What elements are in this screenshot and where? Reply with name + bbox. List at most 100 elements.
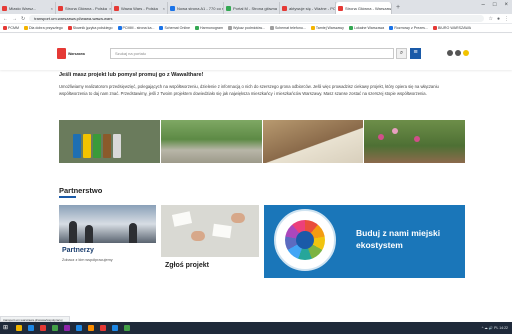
tab-label: Strona Główna - Warszawa <box>345 5 392 11</box>
bookmark-favicon-icon <box>3 26 7 31</box>
os-taskbar: ⊞ ^ ☁ 🔊 PL 14:22 <box>0 322 512 334</box>
minimize-button[interactable]: – <box>482 2 485 8</box>
flower-icon <box>414 136 421 142</box>
taskbar-app-icon[interactable] <box>112 325 118 331</box>
partners-photo <box>59 205 156 243</box>
bookmark-label: Słownik języka polskiego <box>72 25 113 30</box>
submit-project-card[interactable]: Zgłoś projekt <box>161 205 259 269</box>
menu-icon: ≡ <box>413 49 418 56</box>
taskbar-app-icon[interactable] <box>124 325 130 331</box>
recycling-bin-icon <box>113 134 121 158</box>
browser-tab[interactable]: aktywuje się - Ważne - PCMI× <box>280 2 336 14</box>
partners-card-subtitle: Zobacz z kim współpracujemy <box>62 258 113 262</box>
tab-label: Nowa strona A1 - 770 co myśli... <box>177 5 223 11</box>
tab-favicon-icon <box>338 5 343 11</box>
search-button[interactable]: ⌕ <box>396 48 407 59</box>
taskbar-app-icon[interactable] <box>40 325 46 331</box>
warszawa-logo-icon[interactable] <box>57 48 66 59</box>
bookmark-label: BIURO WARSZAWA <box>437 25 472 30</box>
url-field[interactable]: transport.um.warszawa.pl/wawa-wawa-wars <box>29 15 485 22</box>
flower-icon <box>378 134 385 140</box>
bookmark-item[interactable]: PCMM - strona ka... <box>117 26 154 31</box>
new-tab-button[interactable]: + <box>392 2 404 14</box>
partners-card-title[interactable]: Partnerzy <box>62 247 94 254</box>
bookmark-label: PCMM <box>8 25 19 30</box>
windows-start-icon[interactable]: ⊞ <box>3 325 10 332</box>
tab-favicon-icon <box>2 5 7 11</box>
bookmark-item[interactable]: Schemat Online <box>159 26 190 31</box>
bookmark-favicon-icon <box>432 26 437 31</box>
browser-tab[interactable]: Wawa Wars - Polska × <box>112 2 168 14</box>
back-icon[interactable]: ← <box>3 16 8 22</box>
partners-card[interactable]: Partnerzy Zobacz z kim współpracujemy <box>59 205 156 268</box>
person-icon <box>85 225 93 243</box>
taskbar-app-icon[interactable] <box>52 325 58 331</box>
bookmark-item[interactable]: Harmonogram <box>195 25 224 31</box>
bookmark-favicon-icon <box>269 26 274 31</box>
tab-close-icon[interactable]: × <box>51 6 53 11</box>
tab-label: Strona Główna - Polska <box>65 5 108 11</box>
bookmark-item[interactable]: Rozmowy z Prezes... <box>389 26 428 31</box>
accessibility-icon[interactable] <box>447 50 453 56</box>
system-tray[interactable]: ^ ☁ 🔊 PL 14:22 <box>482 326 508 330</box>
taskbar-app-icon[interactable] <box>28 325 34 331</box>
browser-tab[interactable]: Miasto Warsz... × <box>0 2 56 14</box>
bookmarks-bar: PCMM Dla dobra przyszłego Słownik języka p… <box>0 24 512 33</box>
bookmark-label: Harmonogram <box>200 25 224 30</box>
tab-close-icon[interactable]: × <box>163 6 165 11</box>
window-controls: – □ × <box>482 2 508 8</box>
bookmark-item[interactable]: BIURO WARSZAWA <box>432 25 472 31</box>
ecosystem-card-title[interactable]: Buduj z nami miejski ekostystem <box>356 227 456 251</box>
bookmark-favicon-icon <box>195 26 200 31</box>
browser-tab-bar: Miasto Warsz... × Strona Główna - Polska × W… <box>0 0 512 14</box>
taskbar-app-icon[interactable] <box>16 325 22 331</box>
browser-tab[interactable]: Strona Główna - Warszawa× <box>336 2 392 14</box>
bookmark-item[interactable]: Lokalne Warszawa <box>348 26 384 31</box>
tab-favicon-icon <box>170 5 175 11</box>
taskbar-app-icon[interactable] <box>100 325 106 331</box>
header-icons <box>447 50 469 56</box>
bookmark-item[interactable]: Schemat telefonu... <box>269 26 306 31</box>
ecosystem-card[interactable]: Buduj z nami miejski ekostystem <box>264 205 465 278</box>
recycling-bin-icon <box>103 134 111 158</box>
submit-project-card-title[interactable]: Zgłoś projekt <box>165 262 209 269</box>
kebab-menu-icon[interactable]: ⋮ <box>504 16 509 22</box>
language-icon[interactable] <box>463 50 469 56</box>
browser-tab[interactable]: Nowa strona A1 - 770 co myśli...× <box>168 2 224 14</box>
taskbar-app-icon[interactable] <box>64 325 70 331</box>
bookmark-item[interactable]: Wykaz podmiotów... <box>228 26 265 31</box>
taskbar-app-icon[interactable] <box>76 325 82 331</box>
maximize-button[interactable]: □ <box>493 2 497 8</box>
recycling-bin-icon <box>73 134 81 158</box>
star-icon[interactable]: ☆ <box>488 16 492 22</box>
hand-icon <box>231 213 245 223</box>
close-window-button[interactable]: × <box>504 2 508 8</box>
tab-label: aktywuje się - Ważne - PCMI <box>289 5 336 11</box>
bookmark-favicon-icon <box>67 26 72 31</box>
profile-icon[interactable]: ● <box>497 16 500 22</box>
photo-gallery <box>59 120 465 163</box>
bookmark-favicon-icon <box>117 26 122 31</box>
contrast-icon[interactable] <box>455 50 461 56</box>
park-cyclist-photo <box>160 120 262 163</box>
search-input[interactable]: Szukaj na portalu <box>110 48 394 59</box>
bookmark-label: Dla dobra przyszłego <box>28 25 63 30</box>
browser-tab[interactable]: Strona Główna - Polska × <box>56 2 112 14</box>
flower-icon <box>392 128 399 134</box>
paper-icon <box>212 223 232 239</box>
menu-button[interactable]: ≡ <box>410 48 421 59</box>
bookmark-item[interactable]: Tamtej Warszawy <box>310 26 344 31</box>
search-icon: ⌕ <box>399 50 404 56</box>
bookmark-item[interactable]: Dla dobra przyszłego <box>23 25 63 31</box>
reload-icon[interactable]: ↻ <box>21 16 25 22</box>
bookmark-favicon-icon <box>23 26 28 31</box>
forward-icon[interactable]: → <box>12 16 17 22</box>
tab-favicon-icon <box>226 5 231 11</box>
bookmark-item[interactable]: Słownik języka polskiego <box>67 25 113 31</box>
taskbar-app-icon[interactable] <box>88 325 94 331</box>
browser-tab[interactable]: Portal M - Strona główna× <box>224 2 280 14</box>
tab-favicon-icon <box>282 5 287 11</box>
intro-heading: Jeśli masz projekt lub pomysł promuj go … <box>59 72 204 78</box>
logo-text: Warszawa <box>68 52 85 56</box>
bookmark-item[interactable]: PCMM <box>3 25 19 31</box>
